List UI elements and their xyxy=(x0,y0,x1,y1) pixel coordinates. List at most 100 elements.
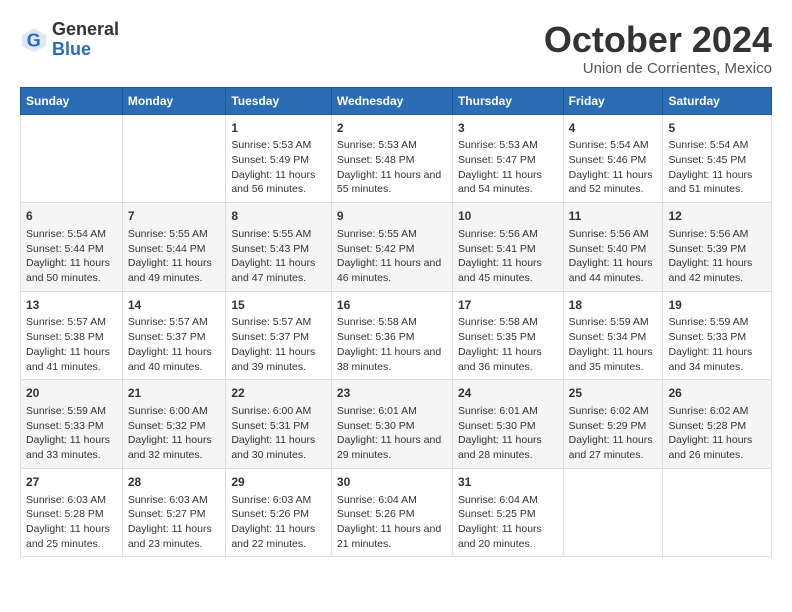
week-row-3: 13Sunrise: 5:57 AM Sunset: 5:38 PM Dayli… xyxy=(21,291,772,380)
day-info: Sunrise: 6:00 AM Sunset: 5:32 PM Dayligh… xyxy=(128,404,221,463)
month-title: October 2024 xyxy=(544,20,772,60)
day-info: Sunrise: 6:03 AM Sunset: 5:28 PM Dayligh… xyxy=(26,493,117,552)
day-number: 17 xyxy=(458,297,558,314)
day-info: Sunrise: 6:02 AM Sunset: 5:29 PM Dayligh… xyxy=(569,404,658,463)
day-info: Sunrise: 5:58 AM Sunset: 5:36 PM Dayligh… xyxy=(337,315,447,374)
logo: General Blue xyxy=(20,20,119,60)
day-cell: 28 Sunrise: 6:03 AM Sunset: 5:27 PM Dayli… xyxy=(122,468,226,557)
day-cell: 17Sunrise: 5:58 AM Sunset: 5:35 PM Dayli… xyxy=(452,291,563,380)
day-cell xyxy=(563,468,663,557)
day-cell: 19Sunrise: 5:59 AM Sunset: 5:33 PM Dayli… xyxy=(663,291,772,380)
day-info: Sunrise: 6:03 AM Sunset: 5:27 PM Dayligh… xyxy=(128,493,221,552)
day-number: 3 xyxy=(458,120,558,137)
day-cell: 27 Sunrise: 6:03 AM Sunset: 5:28 PM Dayli… xyxy=(21,468,123,557)
day-header-sunday: Sunday xyxy=(21,87,123,114)
day-info: Sunrise: 5:53 AM Sunset: 5:47 PM Dayligh… xyxy=(458,138,558,197)
day-number: 15 xyxy=(231,297,326,314)
day-cell: 31 Sunrise: 6:04 AM Sunset: 5:25 PM Dayli… xyxy=(452,468,563,557)
day-cell: 5Sunrise: 5:54 AM Sunset: 5:45 PM Daylig… xyxy=(663,114,772,203)
day-info: Sunrise: 5:54 AM Sunset: 5:45 PM Dayligh… xyxy=(668,138,766,197)
day-number: 27 xyxy=(26,474,117,491)
day-number: 4 xyxy=(569,120,658,137)
day-cell: 22 Sunrise: 6:00 AM Sunset: 5:31 PM Dayli… xyxy=(226,380,332,469)
day-cell: 23 Sunrise: 6:01 AM Sunset: 5:30 PM Dayli… xyxy=(331,380,452,469)
day-info: Sunrise: 5:53 AM Sunset: 5:48 PM Dayligh… xyxy=(337,138,447,197)
day-header-wednesday: Wednesday xyxy=(331,87,452,114)
day-info: Sunrise: 5:54 AM Sunset: 5:46 PM Dayligh… xyxy=(569,138,658,197)
day-number: 31 xyxy=(458,474,558,491)
day-number: 28 xyxy=(128,474,221,491)
day-info: Sunrise: 5:59 AM Sunset: 5:33 PM Dayligh… xyxy=(668,315,766,374)
day-cell: 11 Sunrise: 5:56 AM Sunset: 5:40 PM Dayli… xyxy=(563,203,663,292)
day-cell: 3Sunrise: 5:53 AM Sunset: 5:47 PM Daylig… xyxy=(452,114,563,203)
day-cell: 12 Sunrise: 5:56 AM Sunset: 5:39 PM Dayli… xyxy=(663,203,772,292)
day-cell xyxy=(122,114,226,203)
day-info: Sunrise: 6:01 AM Sunset: 5:30 PM Dayligh… xyxy=(458,404,558,463)
day-number: 9 xyxy=(337,208,447,225)
day-number: 12 xyxy=(668,208,766,225)
day-info: Sunrise: 5:57 AM Sunset: 5:37 PM Dayligh… xyxy=(231,315,326,374)
day-number: 10 xyxy=(458,208,558,225)
day-header-friday: Friday xyxy=(563,87,663,114)
day-header-tuesday: Tuesday xyxy=(226,87,332,114)
day-cell: 21 Sunrise: 6:00 AM Sunset: 5:32 PM Dayli… xyxy=(122,380,226,469)
day-cell: 25Sunrise: 6:02 AM Sunset: 5:29 PM Dayli… xyxy=(563,380,663,469)
day-info: Sunrise: 5:56 AM Sunset: 5:39 PM Dayligh… xyxy=(668,227,766,286)
day-cell: 29 Sunrise: 6:03 AM Sunset: 5:26 PM Dayli… xyxy=(226,468,332,557)
day-info: Sunrise: 5:56 AM Sunset: 5:40 PM Dayligh… xyxy=(569,227,658,286)
calendar-header: SundayMondayTuesdayWednesdayThursdayFrid… xyxy=(21,87,772,114)
day-cell: 4Sunrise: 5:54 AM Sunset: 5:46 PM Daylig… xyxy=(563,114,663,203)
day-number: 20 xyxy=(26,385,117,402)
day-number: 21 xyxy=(128,385,221,402)
day-info: Sunrise: 5:54 AM Sunset: 5:44 PM Dayligh… xyxy=(26,227,117,286)
day-info: Sunrise: 6:01 AM Sunset: 5:30 PM Dayligh… xyxy=(337,404,447,463)
day-info: Sunrise: 5:53 AM Sunset: 5:49 PM Dayligh… xyxy=(231,138,326,197)
day-number: 26 xyxy=(668,385,766,402)
day-cell: 10 Sunrise: 5:56 AM Sunset: 5:41 PM Dayli… xyxy=(452,203,563,292)
day-number: 16 xyxy=(337,297,447,314)
day-cell: 14Sunrise: 5:57 AM Sunset: 5:37 PM Dayli… xyxy=(122,291,226,380)
day-info: Sunrise: 5:55 AM Sunset: 5:44 PM Dayligh… xyxy=(128,227,221,286)
day-header-monday: Monday xyxy=(122,87,226,114)
week-row-1: 1Sunrise: 5:53 AM Sunset: 5:49 PM Daylig… xyxy=(21,114,772,203)
day-number: 7 xyxy=(128,208,221,225)
page-header: General Blue October 2024 Union de Corri… xyxy=(20,20,772,77)
day-number: 2 xyxy=(337,120,447,137)
day-number: 23 xyxy=(337,385,447,402)
day-info: Sunrise: 6:04 AM Sunset: 5:25 PM Dayligh… xyxy=(458,493,558,552)
day-number: 5 xyxy=(668,120,766,137)
day-number: 19 xyxy=(668,297,766,314)
day-info: Sunrise: 6:03 AM Sunset: 5:26 PM Dayligh… xyxy=(231,493,326,552)
day-cell: 30Sunrise: 6:04 AM Sunset: 5:26 PM Dayli… xyxy=(331,468,452,557)
week-row-2: 6Sunrise: 5:54 AM Sunset: 5:44 PM Daylig… xyxy=(21,203,772,292)
day-number: 22 xyxy=(231,385,326,402)
calendar-body: 1Sunrise: 5:53 AM Sunset: 5:49 PM Daylig… xyxy=(21,114,772,557)
day-info: Sunrise: 5:56 AM Sunset: 5:41 PM Dayligh… xyxy=(458,227,558,286)
day-cell: 6Sunrise: 5:54 AM Sunset: 5:44 PM Daylig… xyxy=(21,203,123,292)
day-info: Sunrise: 6:02 AM Sunset: 5:28 PM Dayligh… xyxy=(668,404,766,463)
day-info: Sunrise: 6:00 AM Sunset: 5:31 PM Dayligh… xyxy=(231,404,326,463)
day-number: 14 xyxy=(128,297,221,314)
day-cell: 16Sunrise: 5:58 AM Sunset: 5:36 PM Dayli… xyxy=(331,291,452,380)
day-cell: 18Sunrise: 5:59 AM Sunset: 5:34 PM Dayli… xyxy=(563,291,663,380)
day-info: Sunrise: 5:55 AM Sunset: 5:43 PM Dayligh… xyxy=(231,227,326,286)
day-cell: 1Sunrise: 5:53 AM Sunset: 5:49 PM Daylig… xyxy=(226,114,332,203)
day-cell: 24Sunrise: 6:01 AM Sunset: 5:30 PM Dayli… xyxy=(452,380,563,469)
day-cell: 26 Sunrise: 6:02 AM Sunset: 5:28 PM Dayli… xyxy=(663,380,772,469)
day-cell: 9Sunrise: 5:55 AM Sunset: 5:42 PM Daylig… xyxy=(331,203,452,292)
day-number: 11 xyxy=(569,208,658,225)
day-cell: 2Sunrise: 5:53 AM Sunset: 5:48 PM Daylig… xyxy=(331,114,452,203)
day-cell: 13Sunrise: 5:57 AM Sunset: 5:38 PM Dayli… xyxy=(21,291,123,380)
day-header-thursday: Thursday xyxy=(452,87,563,114)
day-cell: 8Sunrise: 5:55 AM Sunset: 5:43 PM Daylig… xyxy=(226,203,332,292)
day-cell: 7 Sunrise: 5:55 AM Sunset: 5:44 PM Daylig… xyxy=(122,203,226,292)
day-number: 13 xyxy=(26,297,117,314)
day-info: Sunrise: 5:58 AM Sunset: 5:35 PM Dayligh… xyxy=(458,315,558,374)
day-number: 1 xyxy=(231,120,326,137)
calendar-table: SundayMondayTuesdayWednesdayThursdayFrid… xyxy=(20,87,772,558)
day-info: Sunrise: 5:57 AM Sunset: 5:38 PM Dayligh… xyxy=(26,315,117,374)
subtitle: Union de Corrientes, Mexico xyxy=(544,60,772,77)
day-info: Sunrise: 5:59 AM Sunset: 5:33 PM Dayligh… xyxy=(26,404,117,463)
day-cell: 20 Sunrise: 5:59 AM Sunset: 5:33 PM Dayli… xyxy=(21,380,123,469)
day-number: 29 xyxy=(231,474,326,491)
